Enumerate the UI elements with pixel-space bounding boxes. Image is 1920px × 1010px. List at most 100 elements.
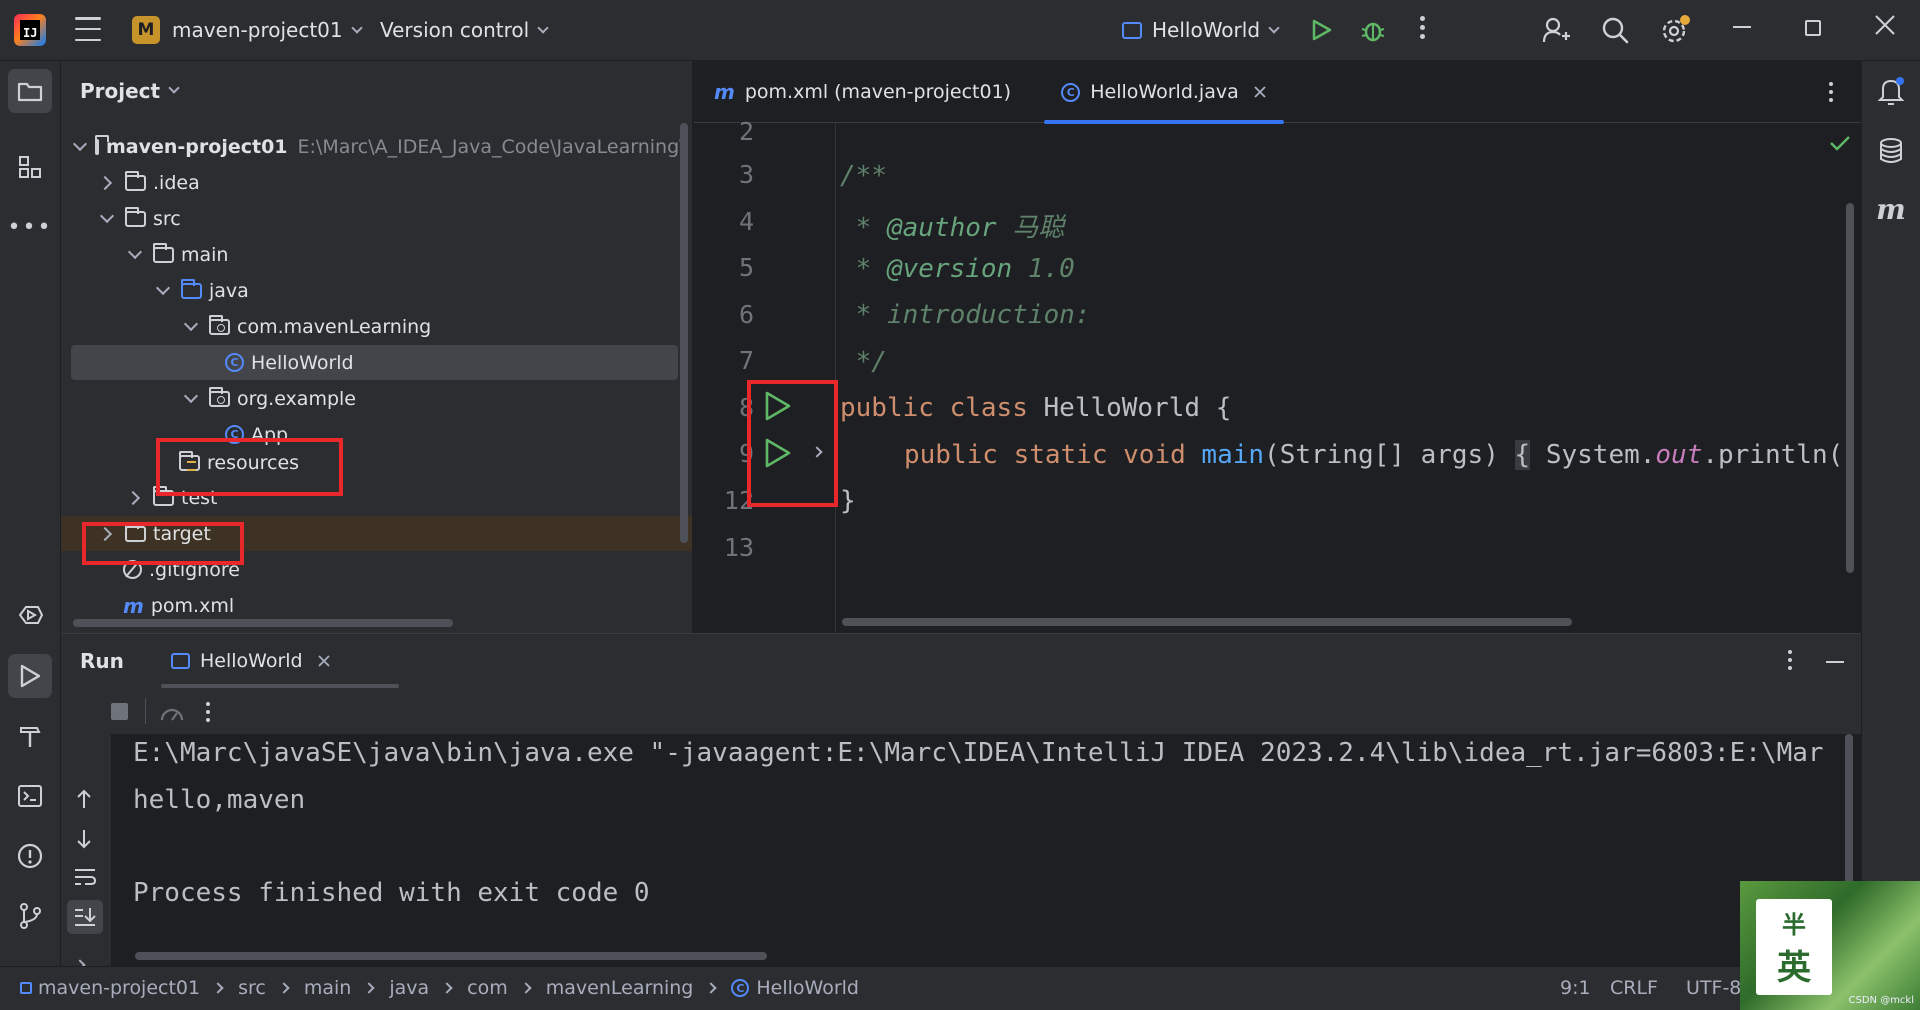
module-icon — [20, 982, 32, 994]
chevron-down-icon — [75, 139, 85, 155]
folded-block[interactable]: { — [1514, 440, 1531, 470]
watermark-overlay: 半 英 CSDN @mckl — [1740, 881, 1920, 1010]
project-horizontal-scrollbar[interactable] — [73, 619, 453, 627]
code-editor: m pom.xml (maven-project01) C HelloWorld… — [694, 61, 1861, 633]
main-menu-icon[interactable] — [74, 17, 102, 41]
line-number: 9 — [738, 439, 754, 468]
tree-item-package-orgexample[interactable]: org.example — [71, 381, 678, 416]
breadcrumb-item[interactable]: maven-project01 — [38, 977, 200, 999]
line-number: 12 — [723, 486, 754, 515]
tab-pom-xml[interactable]: m pom.xml (maven-project01) — [714, 61, 1014, 123]
debug-button[interactable] — [1360, 17, 1386, 43]
breadcrumb-item[interactable]: src — [238, 977, 266, 999]
git-tool-button[interactable] — [8, 894, 52, 938]
breadcrumb-item[interactable]: mavenLearning — [546, 977, 694, 999]
more-actions-icon[interactable] — [1418, 16, 1426, 39]
chevron-right-icon — [212, 982, 224, 994]
structure-icon — [19, 156, 41, 178]
tree-item-src[interactable]: src — [71, 201, 678, 236]
structure-tool-button[interactable] — [8, 145, 52, 189]
project-switcher[interactable]: M maven-project01 — [132, 16, 363, 44]
run-tab-helloworld[interactable]: HelloWorld — [161, 634, 399, 688]
tree-item-idea[interactable]: .idea — [71, 165, 678, 200]
restore-icon[interactable] — [1805, 20, 1821, 36]
chevron-down-icon — [537, 21, 549, 34]
run-more-icon[interactable] — [206, 702, 210, 722]
inspections-ok-icon[interactable] — [1829, 134, 1851, 152]
highlight-resources — [156, 438, 343, 496]
settings-button[interactable] — [1660, 15, 1690, 45]
minimize-icon[interactable] — [1733, 26, 1751, 28]
chevron-down-icon — [155, 283, 171, 299]
run-side-toolbar — [61, 688, 111, 966]
database-tool-button[interactable] — [1869, 129, 1913, 173]
notifications-button[interactable] — [1869, 69, 1913, 113]
tree-item-pom[interactable]: m pom.xml — [71, 588, 678, 623]
maven-tool-button[interactable]: m — [1869, 187, 1913, 231]
breadcrumb-item[interactable]: main — [304, 977, 351, 999]
run-button[interactable] — [1312, 19, 1332, 41]
problems-tool-button[interactable] — [8, 834, 52, 878]
build-tool-button[interactable] — [8, 714, 52, 758]
run-config-selector[interactable]: HelloWorld — [1122, 18, 1280, 42]
watermark-card: 半 英 — [1756, 899, 1832, 995]
problems-icon — [17, 843, 43, 869]
breadcrumb-item[interactable]: com — [467, 977, 508, 999]
breadcrumb: maven-project01 src main java com mavenL… — [20, 977, 859, 999]
tree-item-java[interactable]: java — [71, 273, 678, 308]
editor-vertical-scrollbar[interactable] — [1846, 203, 1854, 573]
package-icon — [209, 314, 230, 335]
console-horizontal-scrollbar[interactable] — [135, 952, 767, 960]
run-options-icon[interactable] — [1788, 650, 1792, 670]
profiler-icon[interactable] — [159, 700, 185, 724]
javadoc-tag: @author — [886, 213, 997, 243]
tree-item-main[interactable]: main — [71, 237, 678, 272]
close-tab-icon[interactable] — [1253, 85, 1267, 99]
line-separator[interactable]: CRLF — [1610, 977, 1658, 999]
file-encoding[interactable]: UTF-8 — [1686, 977, 1741, 999]
run-tool-button[interactable] — [8, 654, 52, 698]
line-number: 8 — [738, 393, 754, 422]
tab-helloworld-java[interactable]: C HelloWorld.java — [1044, 61, 1284, 124]
tree-item-helloworld[interactable]: C HelloWorld — [71, 345, 678, 380]
arrow-down-icon[interactable] — [75, 828, 93, 850]
class-icon: C — [1061, 82, 1081, 102]
close-tab-icon[interactable] — [317, 654, 331, 668]
soft-wrap-icon[interactable] — [73, 866, 97, 888]
stop-icon[interactable] — [111, 703, 128, 720]
editor-horizontal-scrollbar[interactable] — [842, 618, 1572, 626]
chevron-right-icon — [520, 982, 532, 994]
close-window-button[interactable] — [1874, 14, 1896, 36]
maven-file-icon: m — [123, 593, 144, 618]
caret-position[interactable]: 9:1 — [1560, 977, 1591, 999]
arrow-up-icon[interactable] — [75, 788, 93, 810]
chevron-right-icon — [363, 982, 376, 994]
tab-options-icon[interactable] — [1829, 82, 1833, 102]
more-tools-icon[interactable]: ••• — [8, 205, 52, 249]
project-tool-button[interactable] — [8, 69, 52, 113]
tree-item-project-root[interactable]: maven-project01 E:\Marc\A_IDEA_Java_Code… — [71, 129, 686, 164]
chevron-right-icon[interactable] — [74, 959, 86, 966]
line-number: 7 — [738, 346, 754, 375]
add-user-button[interactable] — [1542, 16, 1570, 44]
services-tool-button[interactable] — [8, 593, 52, 637]
chevron-down-icon — [183, 319, 199, 335]
breadcrumb-item[interactable]: java — [389, 977, 429, 999]
project-vertical-scrollbar[interactable] — [680, 123, 688, 543]
run-panel-title: Run — [80, 649, 124, 673]
gear-icon — [1662, 15, 1690, 43]
vcs-menu[interactable]: Version control — [380, 18, 549, 42]
hide-panel-icon[interactable] — [1826, 661, 1844, 663]
line-number: 6 — [738, 300, 754, 329]
tree-item-label: HelloWorld — [251, 351, 354, 374]
hammer-icon — [20, 727, 41, 747]
chevron-right-icon — [99, 175, 115, 191]
right-tool-stripe: m — [1861, 61, 1920, 966]
project-panel-header[interactable]: Project — [80, 79, 180, 103]
terminal-tool-button[interactable] — [8, 774, 52, 818]
scroll-to-end-button[interactable] — [67, 900, 103, 934]
tree-item-package-mavenlearning[interactable]: com.mavenLearning — [71, 309, 678, 344]
bell-icon — [1877, 77, 1905, 105]
breadcrumb-item[interactable]: HelloWorld — [756, 977, 859, 999]
search-button[interactable] — [1601, 16, 1629, 44]
